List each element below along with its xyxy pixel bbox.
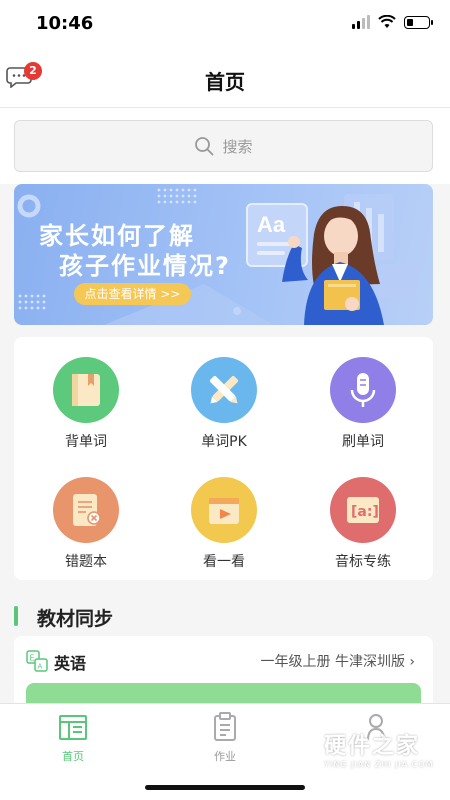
svg-text:A: A — [38, 663, 43, 671]
signal-icon — [352, 15, 370, 29]
status-time: 10:46 — [36, 13, 94, 34]
battery-icon — [404, 15, 433, 29]
feature-word-pk[interactable]: 单词PK — [169, 357, 279, 451]
site-watermark: 硬件之家 YING JIAN ZHI JIA.COM — [280, 728, 433, 769]
english-subject-icon: E A — [26, 650, 48, 672]
feature-label: 刷单词 — [342, 434, 384, 450]
feature-icon-circle — [53, 357, 119, 423]
feature-icon-circle: [a:] — [330, 477, 396, 543]
section-accent-bar — [14, 606, 18, 626]
book-icon — [72, 374, 100, 406]
status-bar: 10:46 — [0, 0, 450, 50]
home-icon — [59, 715, 87, 740]
textbook-subject: 英语 — [54, 654, 87, 673]
error-notebook-icon — [73, 494, 101, 526]
watermark-name: 硬件之家 — [324, 734, 421, 759]
svg-text:E: E — [30, 654, 35, 663]
video-icon — [209, 498, 239, 524]
top-nav-bar: 2 首页 — [0, 50, 450, 108]
feature-label: 看一看 — [203, 554, 245, 570]
feature-memorize-words[interactable]: 背单词 — [31, 357, 141, 451]
feature-drill-words[interactable]: 刷单词 — [308, 357, 418, 451]
feature-label: 错题本 — [65, 554, 107, 570]
search-placeholder: 搜索 — [222, 137, 253, 156]
feature-icon-circle — [330, 357, 396, 423]
home-indicator[interactable] — [145, 785, 305, 790]
feature-icon-circle — [191, 357, 257, 423]
search-input[interactable]: 搜索 — [14, 120, 433, 172]
feature-icon-circle — [191, 477, 257, 543]
feature-error-book[interactable]: 错题本 — [31, 477, 141, 571]
search-icon — [195, 137, 214, 156]
feature-label: 音标专练 — [335, 554, 391, 570]
crossed-pencils-icon — [209, 375, 239, 404]
svg-text:[a:]: [a:] — [351, 504, 379, 520]
promo-banner[interactable]: Aa 家长如何了解 孩子作业情况? 点击查看详情 >> — [14, 184, 433, 325]
feature-label: 单词PK — [201, 434, 247, 450]
section-title: 教材同步 — [37, 608, 114, 630]
feature-icon-circle — [53, 477, 119, 543]
watermark-logo-icon — [281, 728, 317, 769]
feature-phonetics[interactable]: [a:] 音标专练 — [308, 477, 418, 571]
wifi-icon — [378, 15, 396, 28]
clipboard-icon — [214, 712, 236, 741]
feature-label: 背单词 — [65, 434, 107, 450]
tab-label: 首页 — [62, 750, 84, 763]
watermark-url: YING JIAN ZHI JIA.COM — [324, 760, 434, 769]
status-icons — [352, 15, 433, 29]
feature-watch[interactable]: 看一看 — [169, 477, 279, 571]
tab-homework[interactable]: 作业 — [185, 712, 265, 764]
textbook-version-selector[interactable]: 一年级上册 牛津深圳版 › — [261, 651, 416, 671]
search-section: 搜索 — [0, 108, 450, 184]
phonetic-icon: [a:] — [347, 497, 379, 523]
tab-home[interactable]: 首页 — [33, 712, 113, 764]
banner-cta-button[interactable]: 点击查看详情 >> — [74, 283, 191, 305]
svg-text:Aa: Aa — [257, 212, 286, 237]
page-title: 首页 — [205, 70, 245, 94]
app-screen: 10:46 2 首页 搜索 Aa 家长如何了解 孩子作业情况? 点击查看详情 >… — [0, 0, 450, 800]
microphone-icon — [350, 373, 376, 407]
tab-label: 作业 — [214, 750, 236, 763]
banner-headline-line2: 孩子作业情况? — [59, 252, 231, 280]
feature-grid: 背单词 单词PK 刷单词 错题本 看一看 [a:] 音标专练 — [14, 337, 433, 580]
